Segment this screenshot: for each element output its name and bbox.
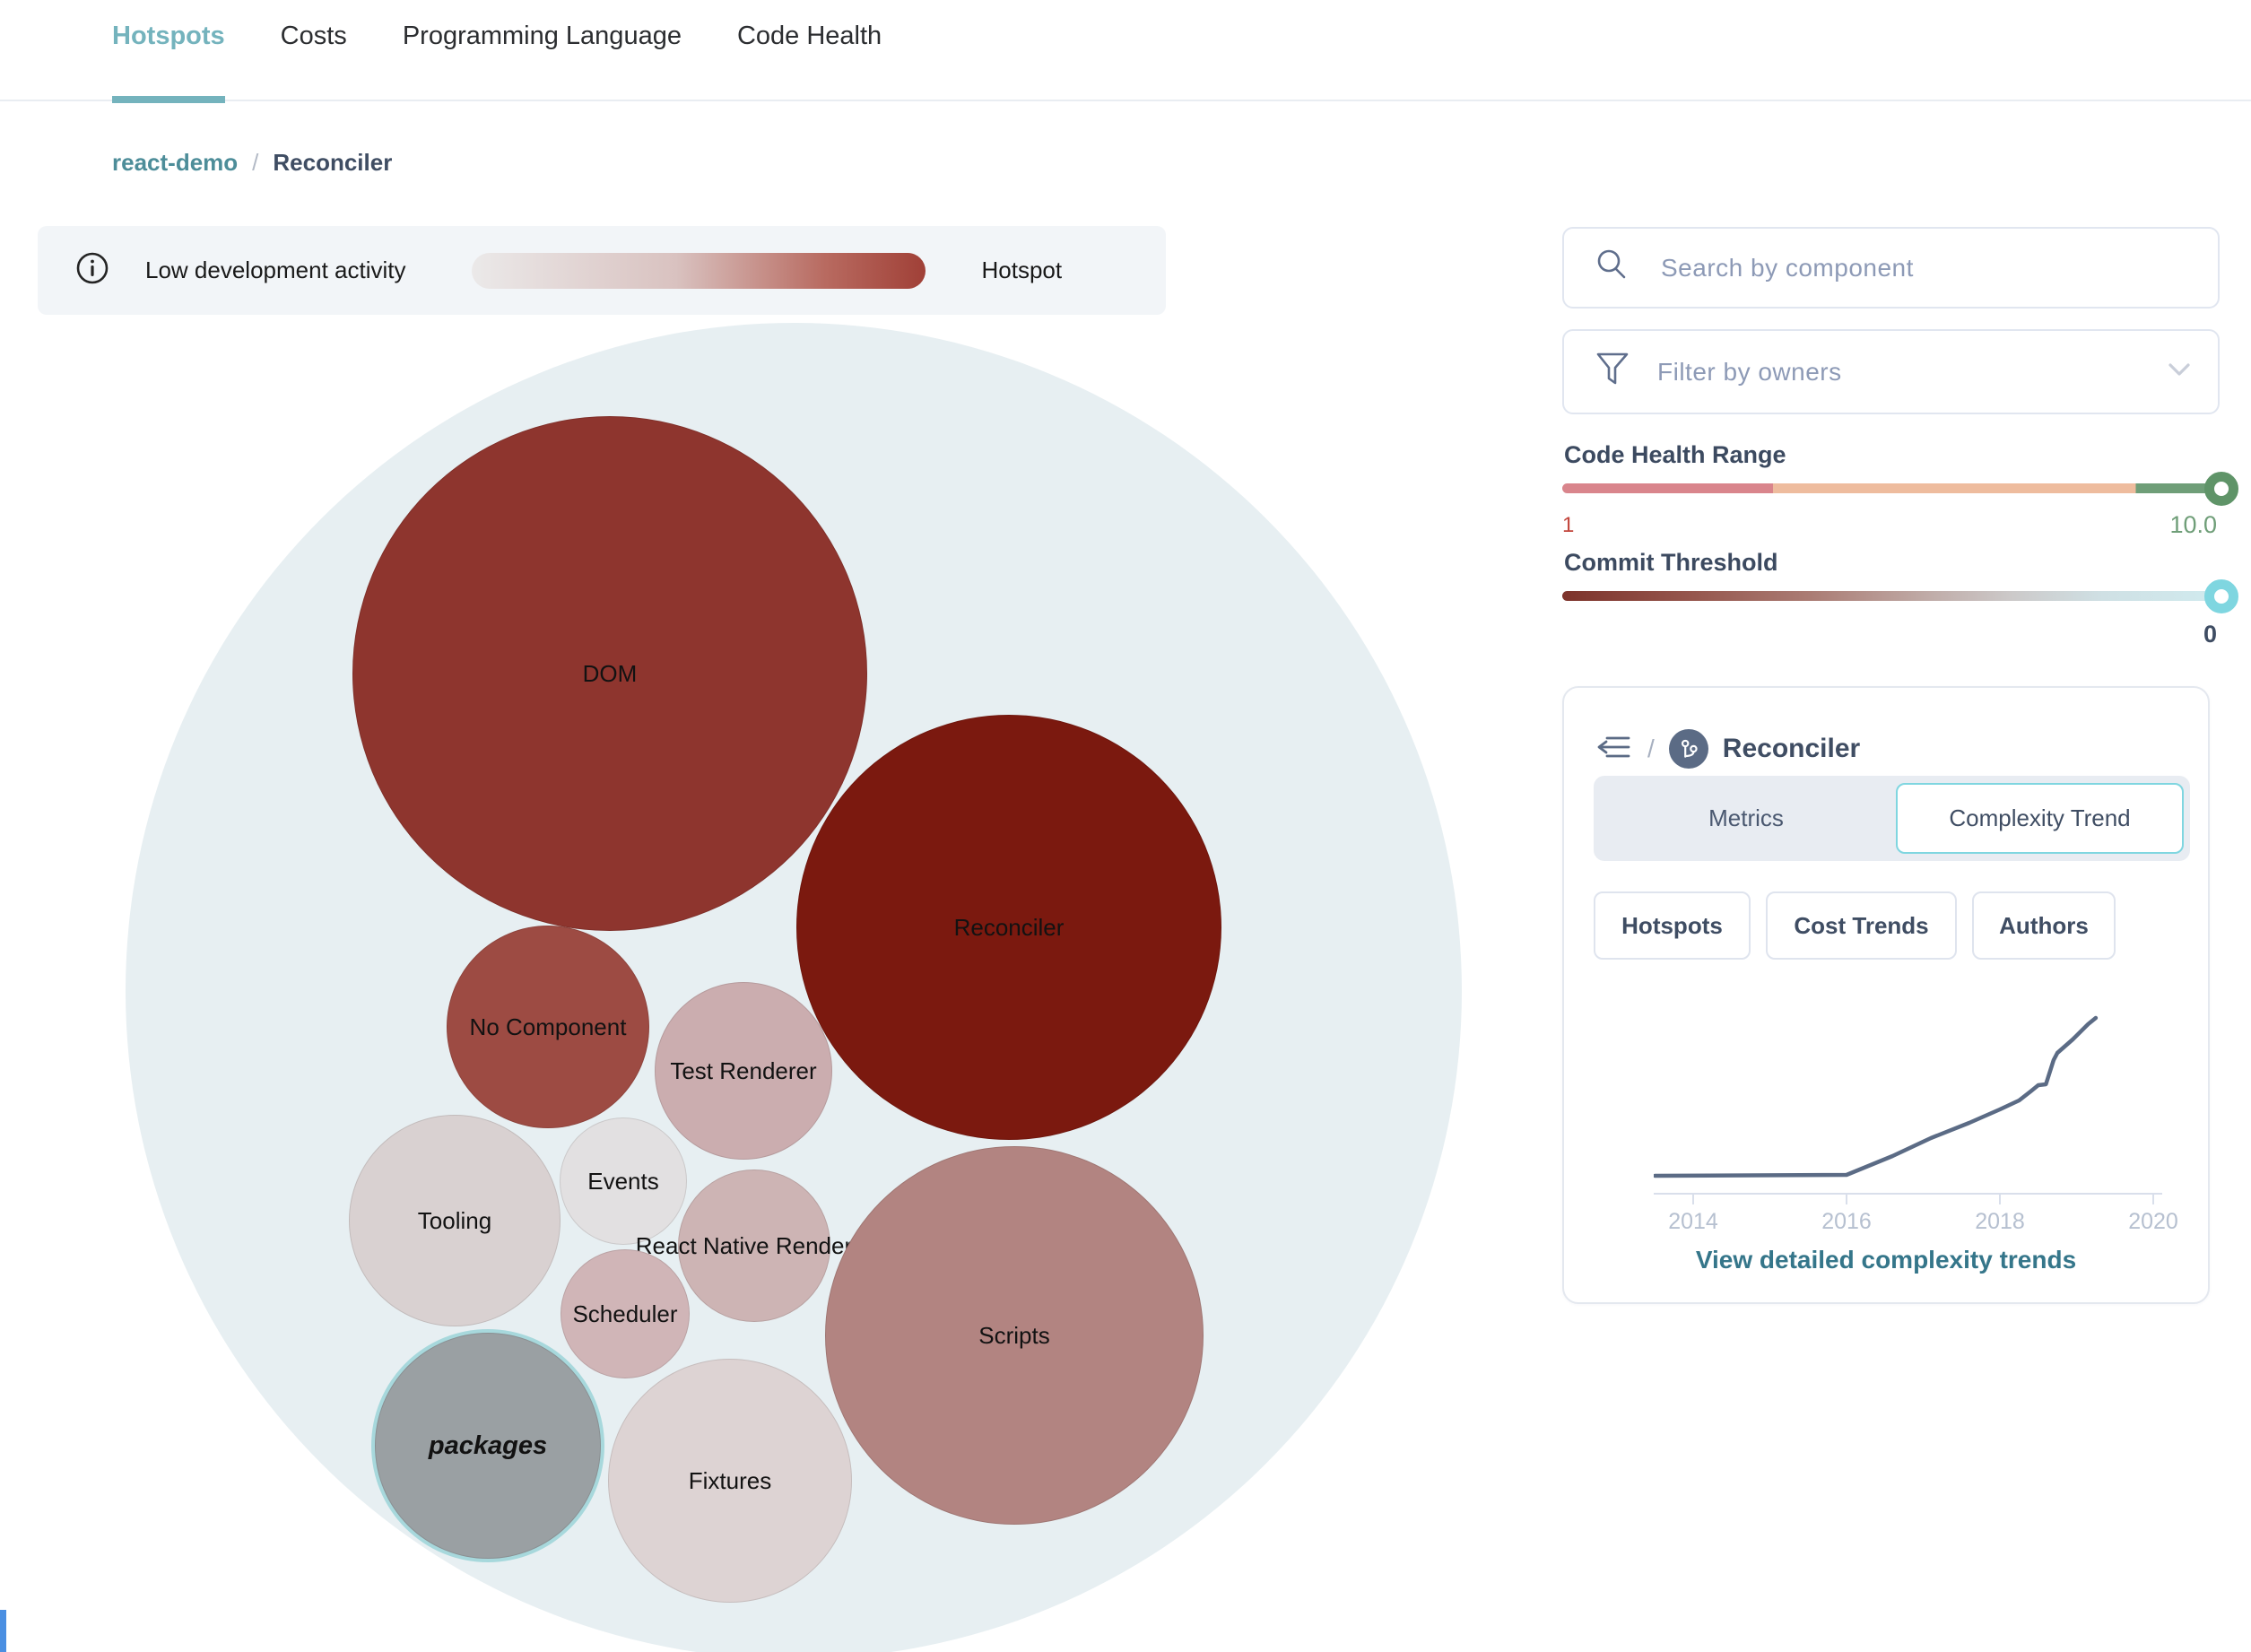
breadcrumb-separator: / — [252, 149, 259, 176]
bubble-scripts[interactable]: Scripts — [825, 1146, 1204, 1525]
commit-threshold-slider[interactable] — [1562, 591, 2221, 601]
bubble-label: No Component — [469, 1013, 627, 1040]
bubble-tooling[interactable]: Tooling — [349, 1115, 561, 1326]
cost-trends-button[interactable]: Cost Trends — [1766, 891, 1957, 960]
breadcrumb-current: Reconciler — [273, 149, 393, 176]
component-detail-card: / Reconciler Metrics Complexity Trend Ho… — [1562, 686, 2210, 1304]
complexity-trend-svg: 2014 2016 2018 2020 — [1654, 1015, 2178, 1234]
tab-metrics[interactable]: Metrics — [1594, 776, 1899, 861]
owner-filter-label: Filter by owners — [1657, 357, 1842, 386]
svg-text:2014: 2014 — [1668, 1209, 1718, 1234]
svg-text:2018: 2018 — [1975, 1209, 2025, 1234]
bubble-label: Tooling — [417, 1206, 492, 1234]
bubble-label: Scheduler — [572, 1300, 678, 1327]
legend-gradient-bar — [472, 252, 926, 289]
bubble-events[interactable]: Events — [560, 1117, 687, 1245]
legend-high-label: Hotspot — [981, 256, 1063, 283]
bubble-label: Scripts — [978, 1321, 1050, 1349]
nav-tabs: Hotspots Costs Programming Language Code… — [112, 0, 882, 103]
chevron-down-icon — [2168, 362, 2191, 381]
commit-threshold-label: Commit Threshold — [1564, 549, 1778, 576]
card-tab-switcher: Metrics Complexity Trend — [1594, 776, 2190, 861]
bubble-reconciler[interactable]: Reconciler — [796, 715, 1221, 1140]
tab-complexity-trend[interactable]: Complexity Trend — [1896, 783, 2184, 854]
bubble-label: React Native Renderer — [635, 1231, 873, 1259]
info-icon[interactable] — [75, 251, 109, 290]
tab-programming-language[interactable]: Programming Language — [403, 0, 682, 101]
breadcrumb-project-link[interactable]: react-demo — [112, 149, 238, 177]
bubble-no-component[interactable]: No Component — [447, 926, 649, 1128]
bubble-label: packages — [428, 1430, 548, 1460]
bubble-label: DOM — [582, 659, 638, 687]
top-navigation: Hotspots Costs Programming Language Code… — [0, 0, 2251, 103]
detail-card-header: / Reconciler — [1595, 729, 1860, 769]
back-to-list-icon[interactable] — [1595, 733, 1631, 766]
tab-costs[interactable]: Costs — [281, 0, 347, 101]
owner-filter-dropdown[interactable]: Filter by owners — [1562, 329, 2220, 414]
bubble-label: Test Renderer — [670, 1056, 817, 1084]
bubble-fixtures[interactable]: Fixtures — [608, 1359, 852, 1603]
breadcrumb: react-demo / Reconciler — [112, 149, 392, 177]
detail-card-title: Reconciler — [1722, 734, 1861, 763]
commit-threshold-slider-handle[interactable] — [2204, 579, 2238, 613]
left-edge-accent — [0, 1610, 6, 1652]
code-health-min-value: 1 — [1562, 513, 1575, 537]
search-input[interactable] — [1661, 253, 2218, 283]
legend-low-label: Low development activity — [145, 256, 406, 283]
commit-threshold-value: 0 — [2203, 621, 2217, 648]
git-branch-icon — [1668, 729, 1708, 769]
bubble-label: Events — [587, 1167, 659, 1195]
view-complexity-trends-link[interactable]: View detailed complexity trends — [1564, 1246, 2208, 1274]
bubble-scheduler[interactable]: Scheduler — [561, 1249, 690, 1378]
search-icon — [1595, 248, 1630, 288]
bubble-packages[interactable]: packages — [375, 1333, 601, 1559]
bubble-react-native-renderer[interactable]: React Native Renderer — [636, 1169, 873, 1322]
filter-funnel-icon — [1595, 351, 1630, 393]
card-breadcrumb-separator: / — [1647, 735, 1655, 762]
hotspots-button[interactable]: Hotspots — [1594, 891, 1751, 960]
bubble-test-renderer[interactable]: Test Renderer — [655, 982, 832, 1160]
bubble-label: Reconciler — [953, 913, 1065, 941]
search-box — [1562, 227, 2220, 309]
hotspot-legend: Low development activity Hotspot — [38, 226, 1166, 315]
code-health-range-slider[interactable] — [1562, 483, 2221, 493]
code-health-range-label: Code Health Range — [1564, 441, 1786, 468]
code-health-slider-handle[interactable] — [2204, 472, 2238, 506]
bubble-dom[interactable]: DOM — [352, 416, 867, 931]
code-health-max-value: 10.0 — [2169, 511, 2217, 538]
svg-text:2020: 2020 — [2128, 1209, 2178, 1234]
tab-hotspots[interactable]: Hotspots — [112, 0, 225, 103]
tab-code-health[interactable]: Code Health — [737, 0, 882, 101]
svg-text:2016: 2016 — [1821, 1209, 1872, 1234]
bubble-label: Fixtures — [688, 1466, 772, 1494]
authors-button[interactable]: Authors — [1972, 891, 2116, 960]
